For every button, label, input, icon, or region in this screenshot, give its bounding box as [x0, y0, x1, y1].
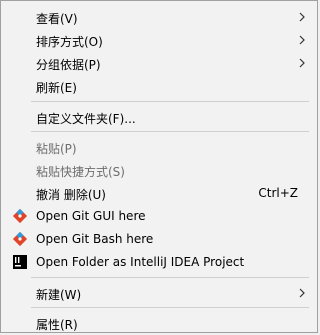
menu-item-group[interactable]: 分组依据(P)	[3, 52, 315, 74]
separator	[31, 131, 309, 132]
menu-item-git-bash-label: Open Git Bash here	[36, 232, 154, 246]
chevron-right-icon	[299, 35, 305, 45]
menu-item-group-label: 分组依据(P)	[36, 58, 101, 72]
menu-item-customize-label: 自定义文件夹(F)...	[36, 112, 136, 126]
menu-item-refresh-label: 刷新(E)	[36, 81, 77, 95]
git-gui-icon	[12, 208, 28, 224]
menu-item-properties-label: 属性(R)	[36, 318, 78, 332]
menu-item-properties[interactable]: 属性(R)	[3, 312, 315, 334]
chevron-right-icon	[299, 12, 305, 22]
git-bash-icon	[12, 231, 28, 247]
menu-item-undo-delete[interactable]: 撤消 删除(U) Ctrl+Z	[3, 182, 315, 204]
menu-item-sort[interactable]: 排序方式(O)	[3, 29, 315, 51]
menu-item-paste-shortcut-label: 粘贴快捷方式(S)	[36, 165, 125, 179]
separator	[31, 101, 309, 102]
intellij-idea-icon	[13, 255, 27, 269]
menu-item-git-bash[interactable]: Open Git Bash here	[3, 228, 315, 250]
menu-item-sort-label: 排序方式(O)	[36, 35, 103, 49]
chevron-right-icon	[299, 58, 305, 68]
chevron-right-icon	[299, 288, 305, 298]
menu-item-intellij-label: Open Folder as IntelliJ IDEA Project	[36, 255, 245, 269]
menu-item-view[interactable]: 查看(V)	[3, 6, 315, 28]
menu-item-paste-label: 粘贴(P)	[36, 142, 77, 156]
menu-item-paste-shortcut[interactable]: 粘贴快捷方式(S)	[3, 159, 315, 181]
menu-item-new-label: 新建(W)	[36, 288, 82, 302]
menu-item-refresh[interactable]: 刷新(E)	[3, 75, 315, 97]
menu-item-view-label: 查看(V)	[36, 12, 78, 26]
menu-item-git-gui-label: Open Git GUI here	[36, 209, 146, 223]
menu-item-undo-label: 撤消 删除(U)	[36, 188, 106, 202]
menu-item-new[interactable]: 新建(W)	[3, 282, 315, 304]
menu-item-customize-folder[interactable]: 自定义文件夹(F)...	[3, 106, 315, 128]
separator	[31, 277, 309, 278]
menu-item-undo-shortcut: Ctrl+Z	[258, 186, 298, 200]
menu-item-paste[interactable]: 粘贴(P)	[3, 136, 315, 158]
menu-item-git-gui[interactable]: Open Git GUI here	[3, 205, 315, 227]
menu-item-intellij[interactable]: Open Folder as IntelliJ IDEA Project	[3, 251, 315, 273]
separator	[31, 307, 309, 308]
context-menu: 查看(V) 排序方式(O) 分组依据(P) 刷新(E) 自定义文件夹(F)...…	[0, 0, 318, 333]
